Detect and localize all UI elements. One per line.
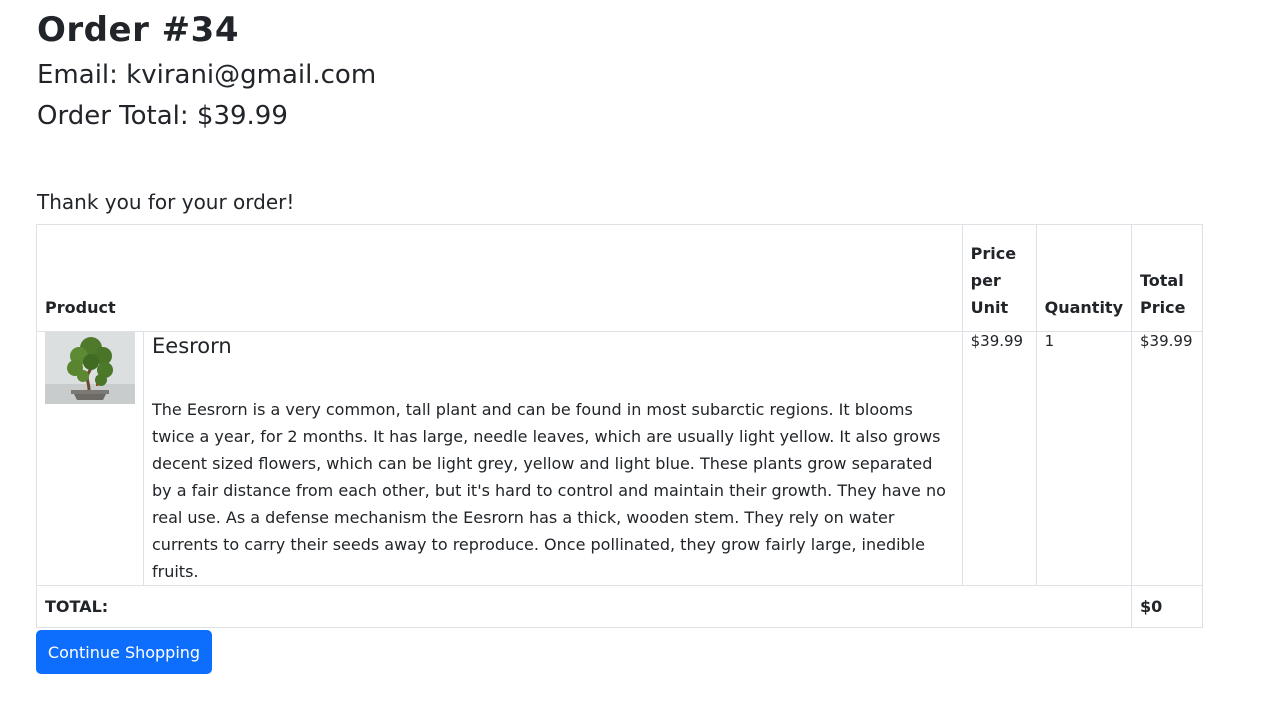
- product-description: The Eesrorn is a very common, tall plant…: [152, 400, 946, 581]
- total-price-cell: $39.99: [1131, 331, 1203, 586]
- order-items-table: Product Price per Unit Quantity Total Pr…: [36, 224, 1203, 628]
- product-image-cell: [36, 331, 144, 586]
- bonsai-tree-image: [45, 332, 135, 404]
- product-details-cell: Eesrorn The Eesrorn is a very common, ta…: [143, 331, 963, 586]
- total-label: TOTAL:: [36, 585, 1132, 628]
- product-name: Eesrorn: [152, 334, 232, 358]
- order-email: Email: kvirani@gmail.com: [37, 60, 377, 90]
- thank-you-message: Thank you for your order!: [37, 190, 295, 214]
- header-product: Product: [36, 224, 963, 332]
- quantity-cell: 1: [1035, 331, 1133, 586]
- total-value: $0: [1131, 585, 1203, 628]
- header-total-price: Total Price: [1131, 224, 1203, 332]
- table-footer-row: TOTAL: $0: [36, 585, 1203, 628]
- continue-shopping-button[interactable]: Continue Shopping: [36, 630, 212, 674]
- header-quantity: Quantity: [1035, 224, 1133, 332]
- price-per-unit-cell: $39.99: [961, 331, 1037, 586]
- order-title: Order #34: [37, 10, 239, 50]
- table-row: Eesrorn The Eesrorn is a very common, ta…: [36, 331, 1203, 586]
- header-price-per-unit: Price per Unit: [961, 224, 1037, 332]
- table-header-row: Product Price per Unit Quantity Total Pr…: [36, 224, 1203, 332]
- order-total: Order Total: $39.99: [37, 101, 288, 131]
